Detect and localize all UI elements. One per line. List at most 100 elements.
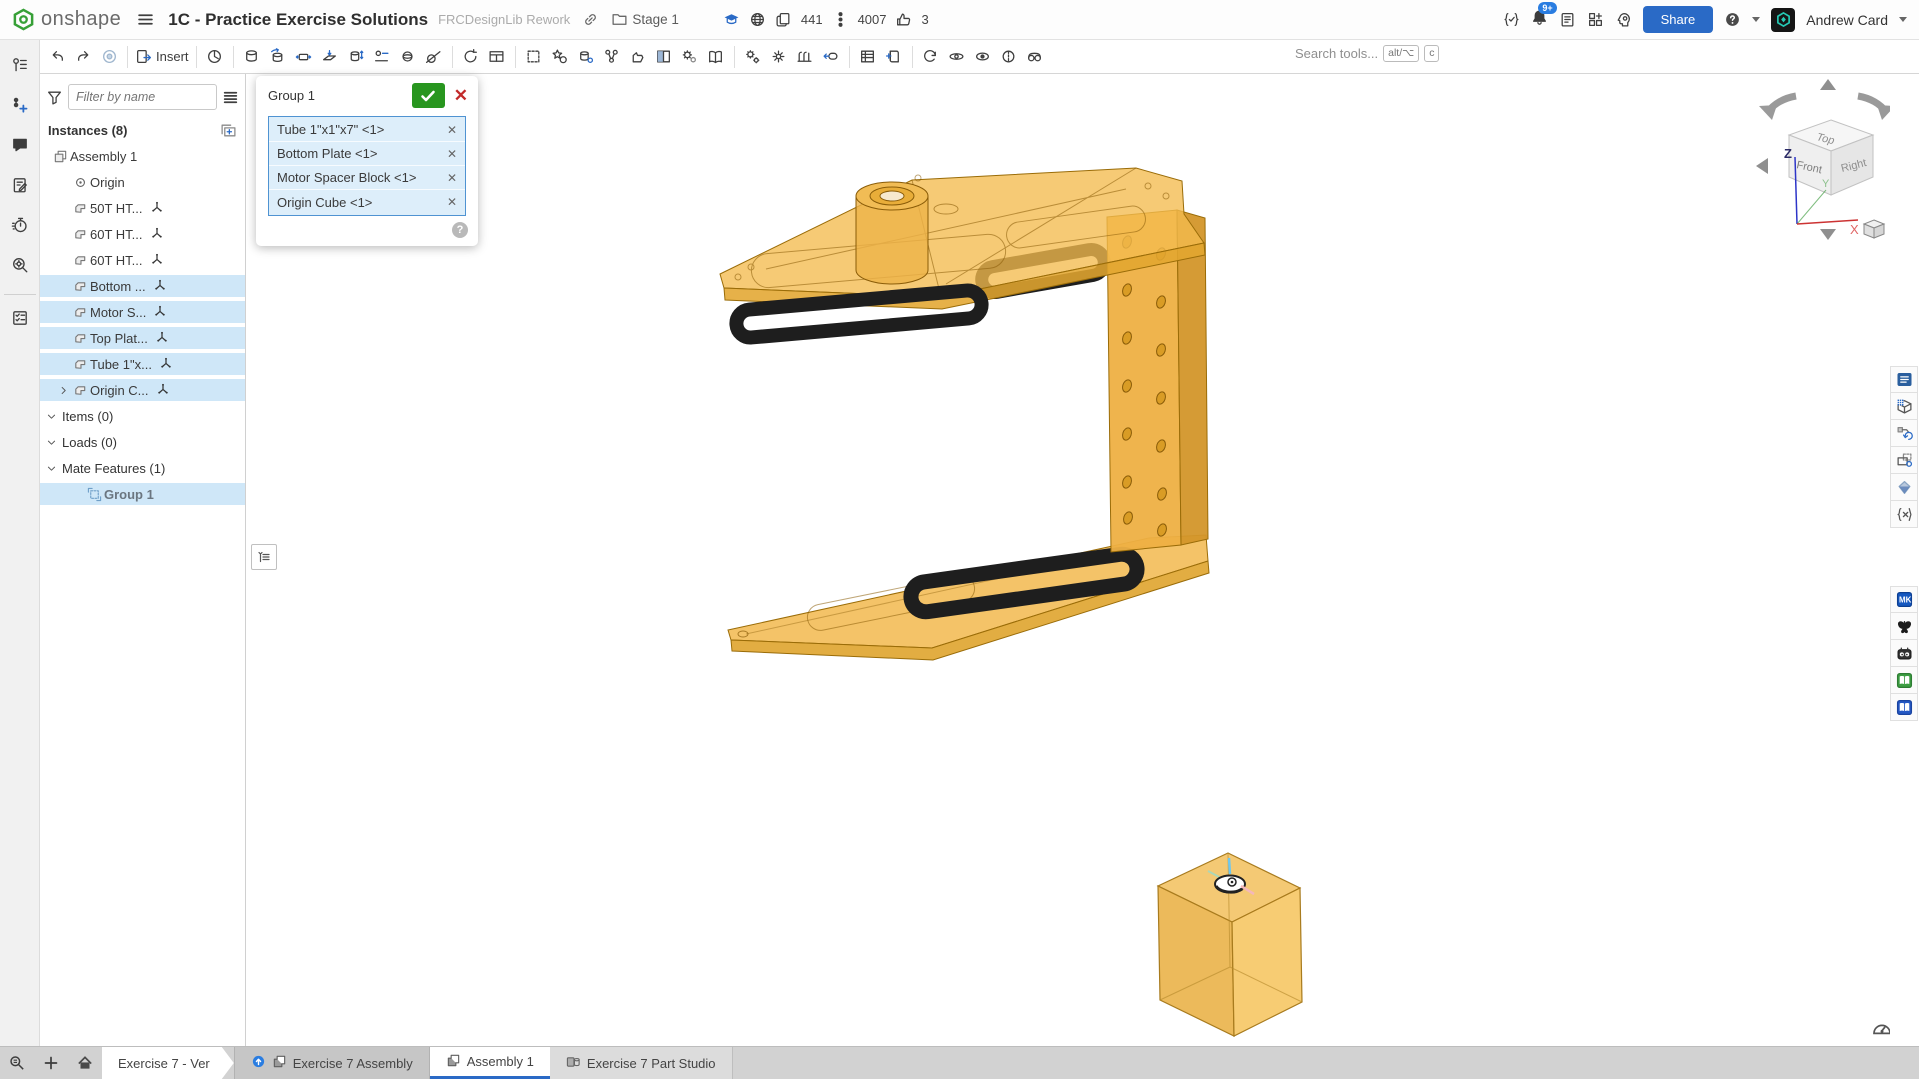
add-instance-icon[interactable] [220, 122, 237, 139]
document-history-button[interactable] [5, 50, 35, 80]
instance-row[interactable]: Tube 1"x... [40, 353, 245, 375]
position-indicator[interactable] [159, 356, 173, 373]
mate-connector-button[interactable] [202, 43, 228, 71]
group-item-row[interactable]: Bottom Plate <1>✕ [269, 142, 465, 166]
position-indicator[interactable] [153, 304, 167, 321]
section-row[interactable]: Loads (0) [40, 431, 245, 453]
search-history-button[interactable] [5, 250, 35, 280]
chevron-right-icon[interactable] [56, 385, 70, 396]
remove-item-button[interactable]: ✕ [447, 171, 457, 185]
instance-row[interactable]: 60T HT... [40, 223, 245, 245]
public-globe-icon[interactable] [749, 11, 766, 28]
revolute-mate-button[interactable] [265, 43, 291, 71]
thumbs-up-icon[interactable] [895, 11, 912, 28]
user-menu-caret-icon[interactable] [1899, 17, 1907, 22]
versions-dots-icon[interactable] [832, 11, 849, 28]
group-item-row[interactable]: Tube 1"x1"x7" <1>✕ [269, 118, 465, 142]
replicate-button[interactable] [458, 43, 484, 71]
insert-part-button[interactable] [573, 43, 599, 71]
bom-table-button[interactable] [855, 43, 881, 71]
dialog-help-icon[interactable]: ? [452, 222, 468, 238]
instance-row[interactable]: Group 1 [40, 483, 245, 505]
graphics-area[interactable]: Top Front Right Z Y X [246, 74, 1890, 1046]
position-indicator[interactable] [153, 278, 167, 295]
undo-button[interactable] [44, 43, 70, 71]
collapse-panel-button[interactable] [251, 544, 277, 570]
hide-show-button[interactable] [1022, 43, 1048, 71]
standard-content-button[interactable] [881, 43, 907, 71]
named-positions-button[interactable] [521, 43, 547, 71]
position-indicator[interactable] [150, 252, 164, 269]
group-item-row[interactable]: Origin Cube <1>✕ [269, 190, 465, 214]
instance-row[interactable]: Origin [40, 171, 245, 193]
settings-button[interactable] [766, 43, 792, 71]
cancel-button[interactable]: ✕ [454, 87, 468, 104]
appearance-button[interactable] [677, 43, 703, 71]
panel-drawing-button[interactable] [1890, 447, 1918, 474]
follow-check-button[interactable] [5, 303, 35, 333]
folder-breadcrumb[interactable]: Stage 1 [632, 12, 679, 27]
chevron-down-icon[interactable] [44, 411, 58, 422]
update-info-icon[interactable] [251, 1054, 266, 1072]
slider-mate-button[interactable] [291, 43, 317, 71]
help-icon[interactable] [1724, 11, 1741, 28]
configurations-button[interactable] [740, 43, 766, 71]
app-mkcad-button[interactable]: MK [1890, 586, 1918, 613]
instance-row[interactable]: Origin C... [40, 379, 245, 401]
rollback-button[interactable] [96, 43, 122, 71]
section-view-button[interactable] [996, 43, 1022, 71]
chevron-down-icon[interactable] [44, 463, 58, 474]
user-avatar[interactable] [1771, 8, 1795, 32]
copies-icon[interactable] [775, 11, 792, 28]
panel-release-button[interactable] [1890, 420, 1918, 447]
drawings-button[interactable] [703, 43, 729, 71]
instance-row[interactable]: 60T HT... [40, 249, 245, 271]
view-cube[interactable]: Top Front Right Z Y X [1756, 79, 1890, 240]
user-name[interactable]: Andrew Card [1806, 12, 1888, 28]
app-green-book-button[interactable] [1890, 667, 1918, 694]
tab-assembly-1[interactable]: Assembly 1 [430, 1047, 550, 1079]
panel-render-button[interactable] [1890, 474, 1918, 501]
group-item-row[interactable]: Motor Spacer Block <1>✕ [269, 166, 465, 190]
notifications-bell[interactable]: 9+ [1531, 9, 1548, 31]
release-notes-button[interactable] [5, 170, 35, 200]
app-blue-book-button[interactable] [1890, 694, 1918, 721]
instance-row[interactable]: Bottom ... [40, 275, 245, 297]
create-version-button[interactable] [5, 90, 35, 120]
help-caret-icon[interactable] [1752, 17, 1760, 22]
group-items-list[interactable]: Tube 1"x1"x7" <1>✕Bottom Plate <1>✕Motor… [268, 116, 466, 216]
remove-item-button[interactable]: ✕ [447, 195, 457, 209]
main-menu-icon[interactable] [137, 11, 154, 28]
section-row[interactable]: Items (0) [40, 405, 245, 427]
linear-pattern-button[interactable] [484, 43, 510, 71]
position-indicator[interactable] [156, 382, 170, 399]
frame-button[interactable] [792, 43, 818, 71]
app-butterfly-button[interactable] [1890, 613, 1918, 640]
position-indicator[interactable] [155, 330, 169, 347]
learning-cap-icon[interactable] [723, 11, 740, 28]
remove-item-button[interactable]: ✕ [447, 147, 457, 161]
ball-mate-button[interactable] [395, 43, 421, 71]
assembly-structure-button[interactable] [599, 43, 625, 71]
onshape-logo[interactable]: onshape [12, 8, 121, 31]
filter-input[interactable] [68, 84, 217, 110]
tab-exercise-7-ver[interactable]: Exercise 7 - Ver [102, 1047, 234, 1079]
rotate-view-button[interactable] [918, 43, 944, 71]
pin-slot-mate-button[interactable] [369, 43, 395, 71]
edit-in-context-button[interactable] [625, 43, 651, 71]
instance-row[interactable]: Motor S... [40, 301, 245, 323]
filter-icon[interactable] [46, 89, 63, 106]
section-row[interactable]: Mate Features (1) [40, 457, 245, 479]
look-at-button[interactable] [970, 43, 996, 71]
origin-cube-part[interactable] [1158, 853, 1302, 1036]
mate-features-button[interactable] [547, 43, 573, 71]
display-states-button[interactable] [651, 43, 677, 71]
remove-item-button[interactable]: ✕ [447, 123, 457, 137]
time-tracker-button[interactable] [5, 210, 35, 240]
link-icon[interactable] [582, 11, 599, 28]
new-tab-button[interactable] [34, 1047, 68, 1079]
position-indicator[interactable] [150, 200, 164, 217]
list-options-icon[interactable] [222, 89, 239, 106]
cylindrical-mate-button[interactable] [343, 43, 369, 71]
home-tab-button[interactable] [68, 1047, 102, 1079]
